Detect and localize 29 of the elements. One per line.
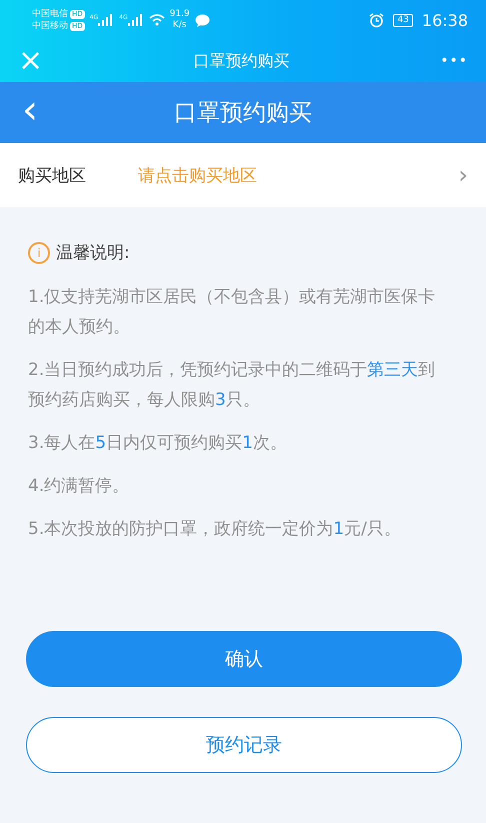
battery-indicator: 43 bbox=[393, 14, 413, 26]
notice-item: 5.本次投放的防护口罩，政府统一定价为 1元/只。 bbox=[28, 518, 402, 541]
notice-item: 1.仅支持芜湖市区居民（不包含县）或有芜湖市医保卡的本人预约。 bbox=[28, 286, 436, 339]
carrier-name: 中国移动 bbox=[32, 20, 68, 32]
speed-value: 91.9 bbox=[170, 9, 190, 20]
clock-time: 16:38 bbox=[422, 10, 468, 30]
more-button[interactable]: ••• bbox=[434, 46, 474, 76]
speed-unit: K/s bbox=[172, 20, 186, 31]
signal-icon bbox=[128, 14, 144, 26]
notice-item: 4.约满暂停。 bbox=[28, 475, 130, 498]
region-label: 购买地区 bbox=[18, 164, 87, 186]
info-icon: i bbox=[28, 242, 50, 264]
chat-bubble-icon bbox=[194, 14, 210, 26]
region-selector[interactable]: 购买地区 请点击购买地区 › bbox=[0, 143, 486, 207]
confirm-button[interactable]: 确认 bbox=[26, 631, 462, 687]
chevron-icon: › bbox=[458, 161, 468, 189]
notice-title: 温馨说明: bbox=[56, 242, 130, 264]
page-title: 口罩预约购买 bbox=[174, 99, 312, 128]
app-bar-title: 口罩预约购买 bbox=[192, 50, 291, 72]
notice-item: 2.当日预约成功后，凭预约记录中的二维码于第三天到预约药店购买，每人限购3只。 bbox=[28, 359, 436, 412]
wifi-icon bbox=[148, 14, 165, 26]
records-button[interactable]: 预约记录 bbox=[26, 717, 462, 773]
region-placeholder: 请点击购买地区 bbox=[138, 164, 258, 186]
close-button[interactable]: × bbox=[12, 46, 50, 76]
notice-item: 3.每人在5 日内仅可预约购买1次。 bbox=[28, 432, 288, 455]
alarm-icon bbox=[369, 12, 384, 28]
carrier-name: 中国电信 bbox=[32, 8, 68, 20]
back-button[interactable]: ‹ bbox=[0, 90, 60, 136]
signal-icon bbox=[98, 14, 114, 26]
